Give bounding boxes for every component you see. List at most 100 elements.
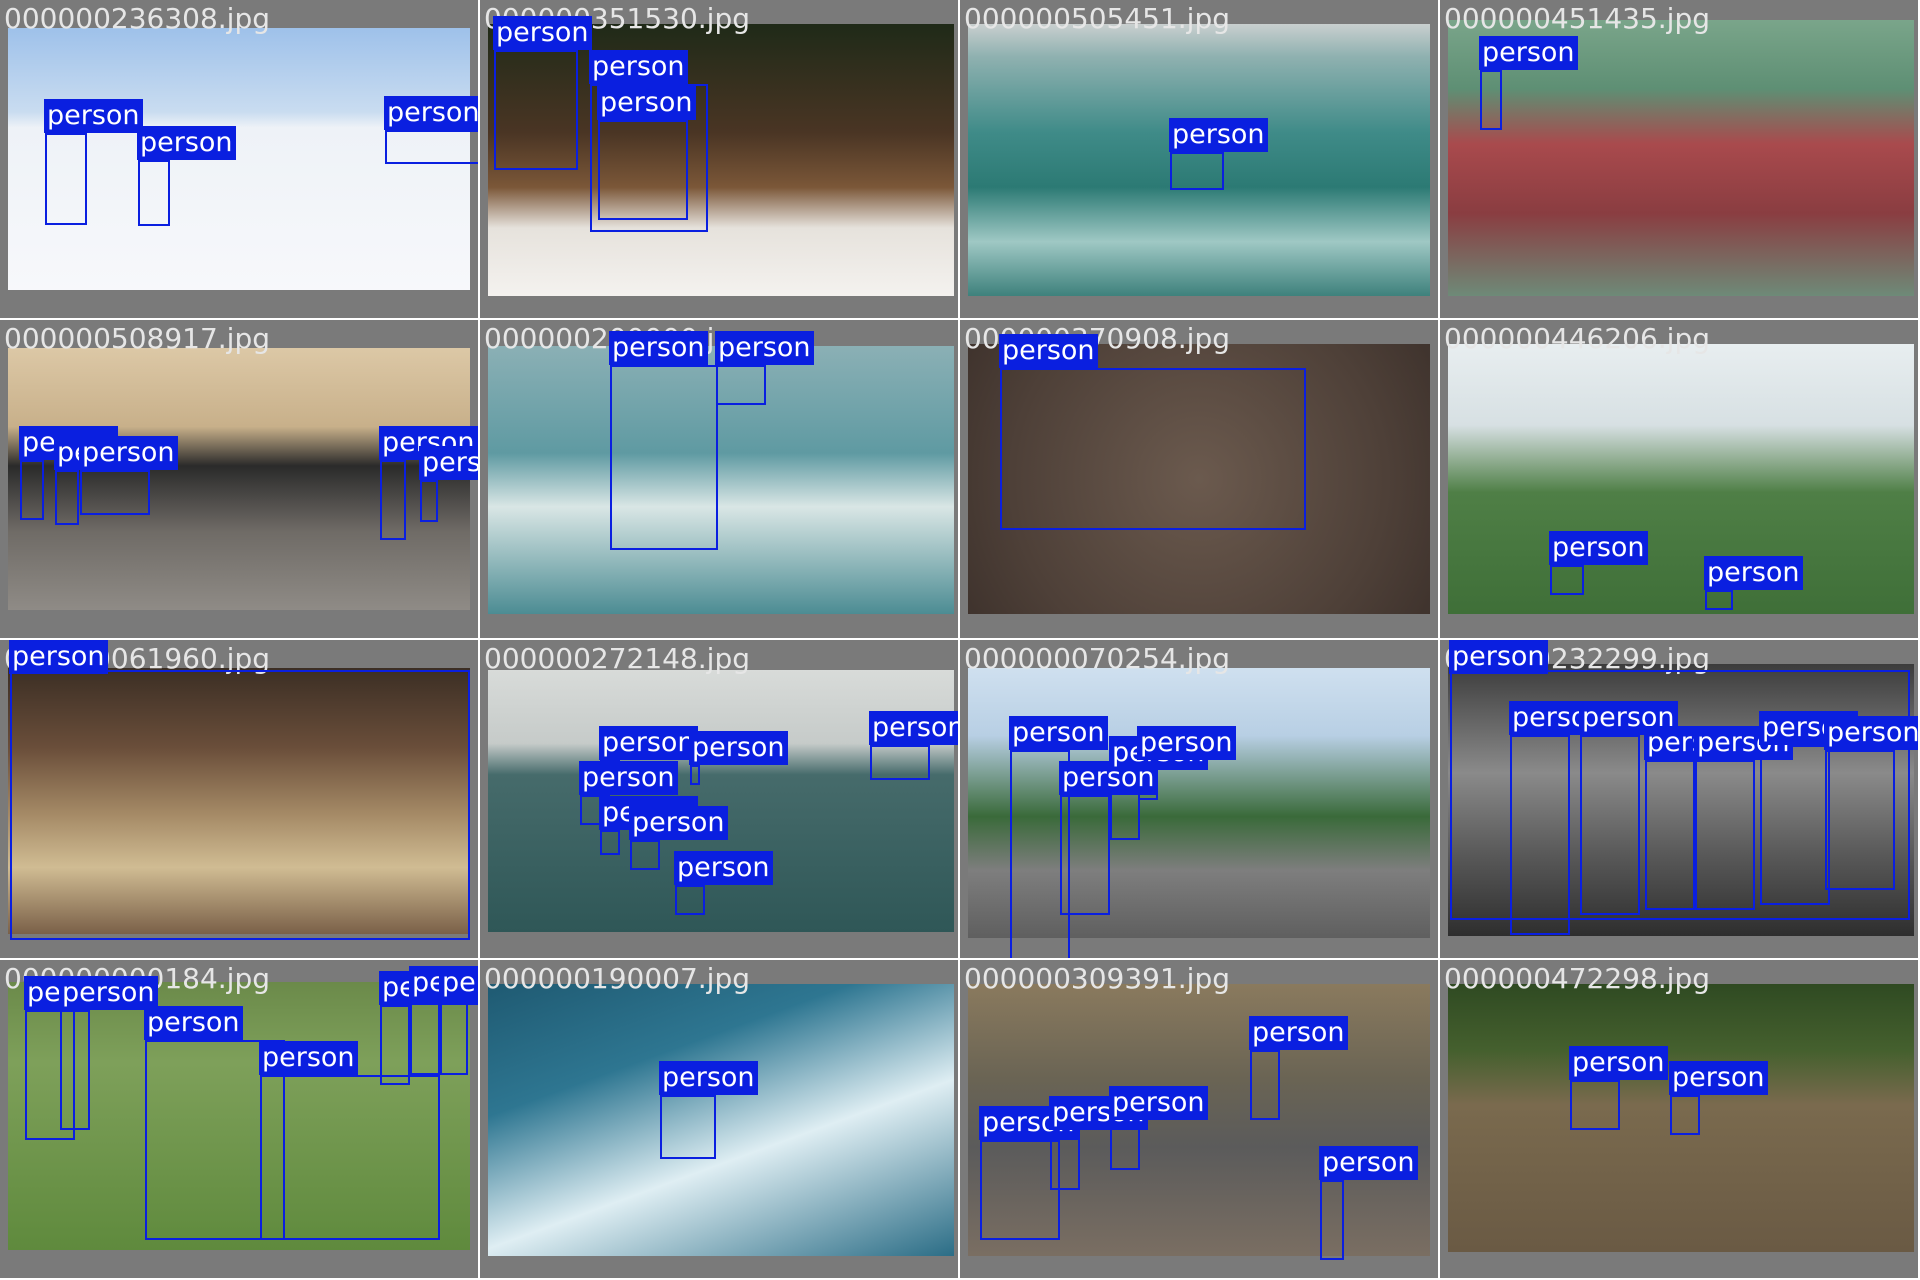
image-tile: 000000351530.jpg person person person — [480, 0, 960, 320]
image-tile: 000000472298.jpg person person — [1440, 960, 1920, 1280]
detection-label: person — [715, 331, 814, 365]
detection-label: person — [597, 86, 696, 120]
detection-label: person — [259, 1041, 358, 1075]
detection-label: person — [1249, 1016, 1348, 1050]
detection-box — [870, 745, 930, 780]
detection-label: person — [1137, 726, 1236, 760]
detection-box — [716, 365, 766, 405]
detection-box — [440, 1000, 468, 1075]
detection-label: person — [1109, 1086, 1208, 1120]
tile-filename: 000000508917.jpg — [4, 322, 270, 355]
detection-box — [45, 133, 87, 225]
detection-label: person — [44, 99, 143, 133]
detection-label: person — [1319, 1146, 1418, 1180]
image-tile: 000000370908.jpgperson — [960, 320, 1440, 640]
detection-label: person — [384, 96, 478, 130]
detection-box — [60, 1010, 90, 1130]
detection-label: person — [599, 726, 698, 760]
image-tile: 000000309391.jpg person person person person… — [960, 960, 1440, 1280]
detection-box — [630, 840, 660, 870]
detection-label: person — [1569, 1046, 1668, 1080]
detection-label: person — [1669, 1061, 1768, 1095]
detection-label: person — [439, 966, 478, 1000]
detection-box — [380, 460, 406, 540]
detection-label: person — [1824, 716, 1918, 750]
detection-label: person — [674, 851, 773, 885]
detection-label: person — [659, 1061, 758, 1095]
detection-label: person — [609, 331, 708, 365]
detection-label: person — [144, 1006, 243, 1040]
tile-filename: 000000070254.jpg — [964, 642, 1230, 675]
detection-box — [385, 130, 478, 164]
image-tile: 000000070254.jpgpersonpersonpersonperson — [960, 640, 1440, 960]
image-tile: 000000446206.jpg person person — [1440, 320, 1920, 640]
detection-label: person — [629, 806, 728, 840]
detection-box — [1060, 795, 1110, 915]
image-tile: 000000000184.jpgpersonpersonpersonperson… — [0, 960, 480, 1280]
detection-label: person — [1169, 118, 1268, 152]
detection-box — [1580, 735, 1640, 915]
image-tile: 000000200000.jpgpersonperson — [480, 320, 960, 640]
detection-label: person — [579, 761, 678, 795]
detection-label: person — [689, 731, 788, 765]
detection-box — [1705, 590, 1733, 610]
image-tile: 000000236308.jpg person person person — [0, 0, 480, 320]
detection-label: person — [1704, 556, 1803, 590]
detection-box — [138, 160, 170, 226]
detection-box — [55, 470, 79, 525]
detection-box — [410, 1000, 440, 1075]
tile-filename: 000000272148.jpg — [484, 642, 750, 675]
image-tile: 000000272148.jpg person person person person… — [480, 640, 960, 960]
detection-box — [600, 830, 620, 855]
image-tile: 000000190007.jpg person — [480, 960, 960, 1280]
tile-filename: 000000236308.jpg — [4, 2, 270, 35]
detection-box — [1000, 368, 1306, 530]
detection-box — [690, 765, 700, 785]
detection-box — [598, 120, 688, 220]
detection-box — [1825, 750, 1895, 890]
detection-label: person — [59, 976, 158, 1010]
detection-box — [10, 670, 470, 940]
detection-box — [1695, 760, 1755, 910]
tile-filename: 000000446206.jpg — [1444, 322, 1710, 355]
detection-box — [1250, 1050, 1280, 1120]
detection-label: person — [589, 50, 688, 84]
detection-box — [660, 1095, 716, 1159]
detection-box — [1550, 565, 1584, 595]
image-tile: 000000061960.jpg person — [0, 640, 480, 960]
image-tile: 000000232299.jpg person person person person… — [1440, 640, 1920, 960]
tile-photo — [1448, 344, 1914, 614]
detection-box — [1170, 152, 1224, 190]
detection-box — [260, 1075, 440, 1240]
detection-label: person — [1449, 640, 1548, 674]
detection-label: person — [1479, 36, 1578, 70]
detection-box — [980, 1140, 1060, 1240]
detection-box — [1480, 70, 1502, 130]
tile-filename: 000000472298.jpg — [1444, 962, 1710, 995]
detection-label: person — [493, 16, 592, 50]
detection-box — [420, 480, 438, 522]
tile-photo — [488, 670, 954, 932]
detection-box — [494, 50, 578, 170]
detection-label: person — [419, 446, 478, 480]
image-tile: 000000451435.jpg person — [1440, 0, 1920, 320]
tile-filename: 000000309391.jpg — [964, 962, 1230, 995]
detection-label: person — [869, 711, 958, 745]
detection-box — [380, 1005, 410, 1085]
image-tile: 000000505451.jpg person — [960, 0, 1440, 320]
tile-filename: 000000505451.jpg — [964, 2, 1230, 35]
tile-filename: 000000451435.jpg — [1444, 2, 1710, 35]
detection-box — [1570, 1080, 1620, 1130]
detection-label: person — [1549, 531, 1648, 565]
detection-label: person — [79, 436, 178, 470]
detection-label: person — [9, 640, 108, 674]
detection-box — [1320, 1180, 1344, 1260]
image-tile: 000000508917.jpgpersonpersonpersonperson… — [0, 320, 480, 640]
detection-box — [1760, 745, 1830, 905]
detection-label: person — [137, 126, 236, 160]
detection-box — [20, 460, 44, 520]
tile-filename: 000000190007.jpg — [484, 962, 750, 995]
detection-box — [80, 470, 150, 515]
detection-box — [675, 885, 705, 915]
detection-label: person — [999, 334, 1098, 368]
